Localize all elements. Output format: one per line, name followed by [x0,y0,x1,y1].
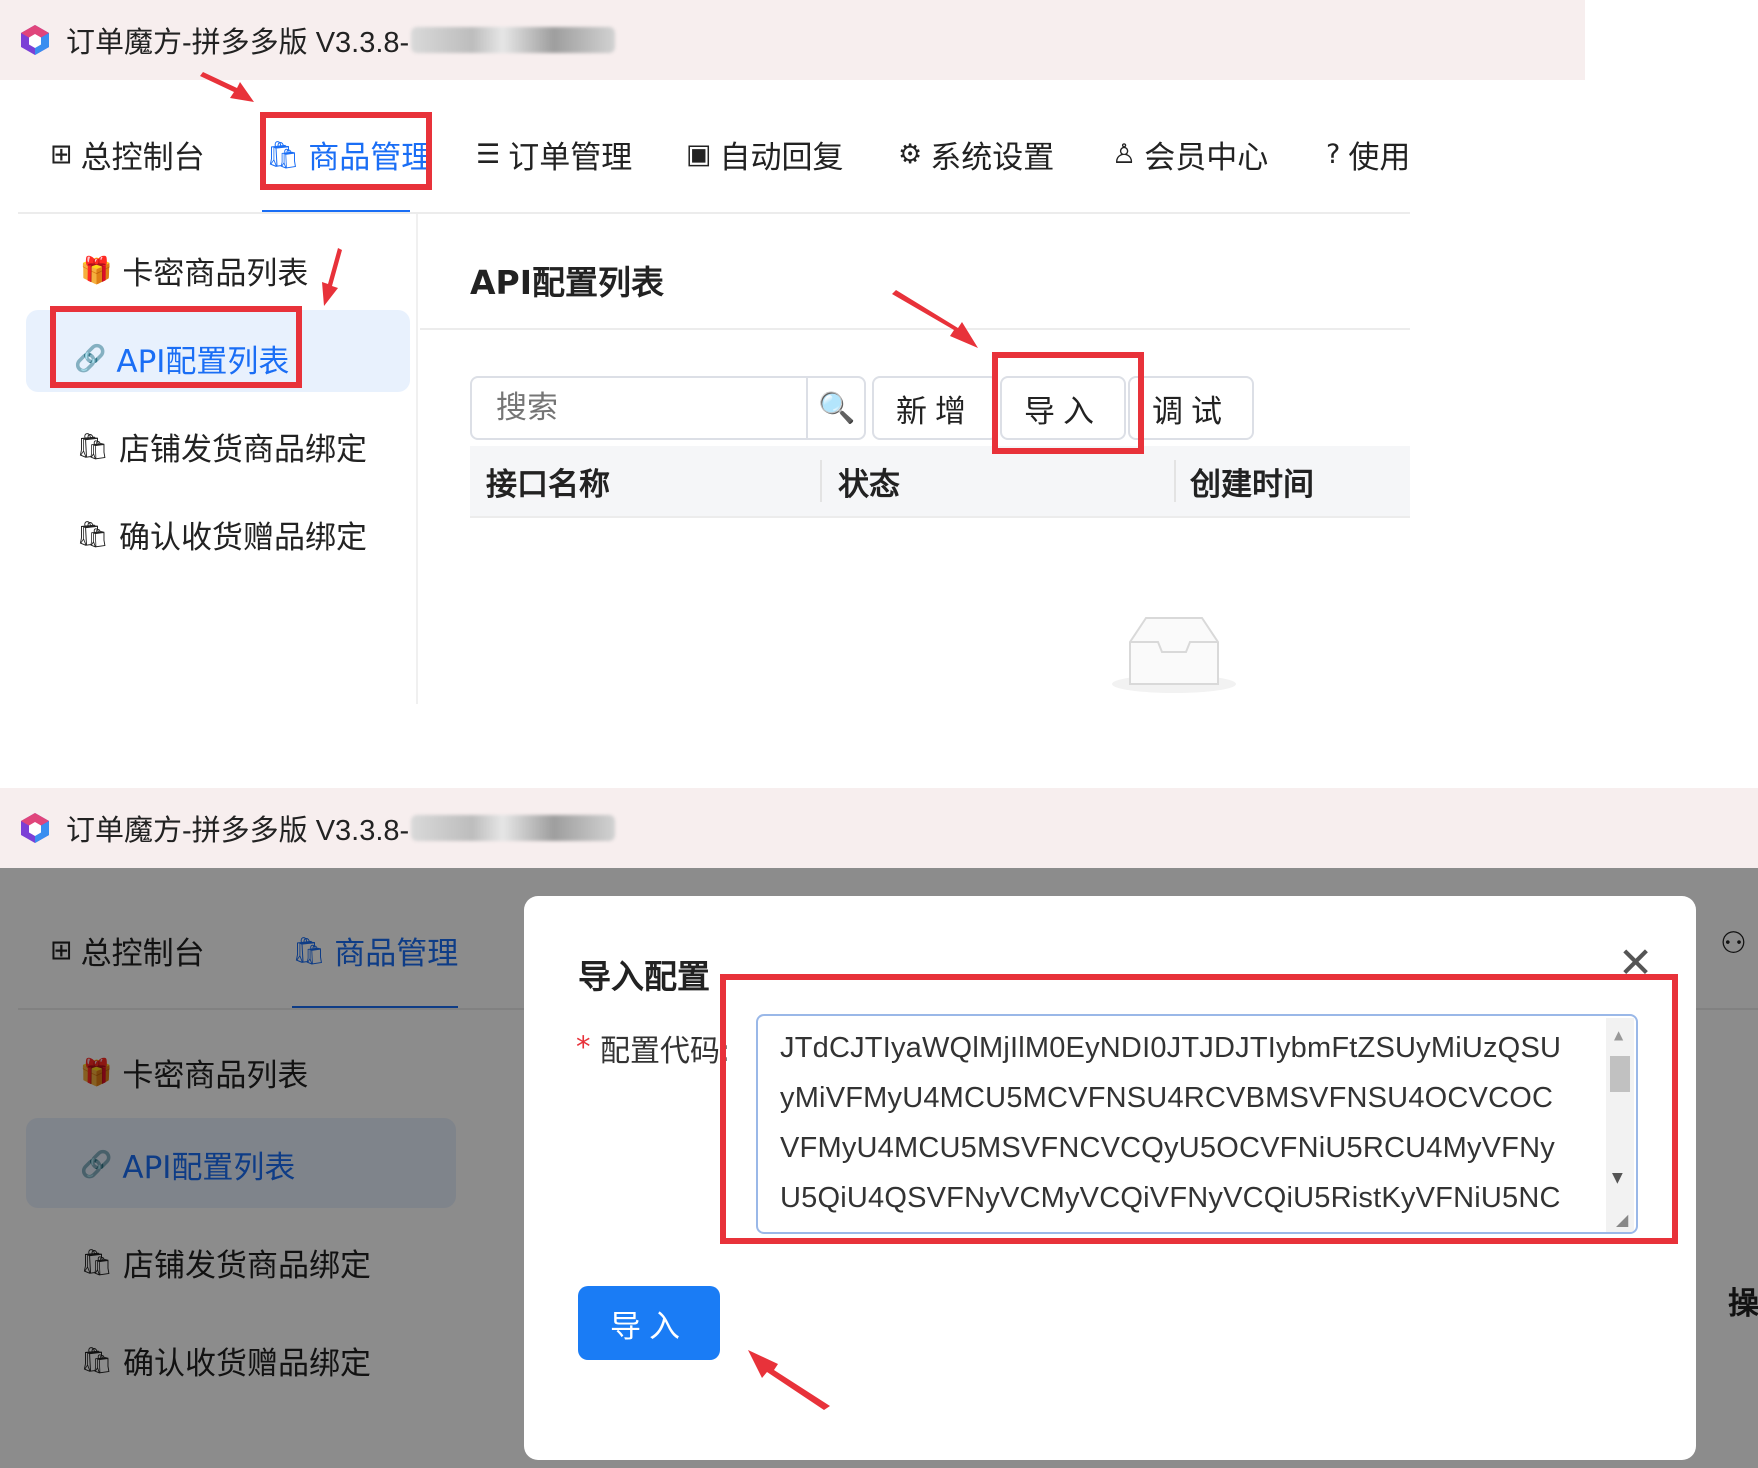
sidebar-item-label: 确认收货赠品绑定 [119,520,368,556]
nav-dashboard[interactable]: ⊞ 总控制台 [50,132,205,177]
import-button[interactable]: 导入 [1000,376,1126,440]
list-icon: ☰ [476,139,501,170]
robot-icon: ▣ [686,139,712,170]
nav-label: 会员中心 [1144,140,1269,176]
nav-label: 自动回复 [719,140,844,176]
sidebar-item-gift-binding[interactable]: 🛍 确认收货赠品绑定 [76,512,367,557]
nav-label: 订单管理 [508,140,633,176]
sidebar-item-label: 店铺发货商品绑定 [119,432,368,468]
title-bar: 订单魔方-拼多多版 V3.3.8- [0,0,1585,80]
annotation-arrow [892,290,978,348]
nav-member-center[interactable]: ♙ 会员中心 [1112,132,1268,177]
page-title: API配置列表 [470,263,665,302]
nav-order-management[interactable]: ☰ 订单管理 [476,132,632,177]
app-logo-icon [21,813,49,843]
content-header-divider [420,328,1410,330]
close-icon[interactable]: ✕ [1618,938,1653,987]
app-logo-icon [21,25,49,55]
nav-label: 总控制台 [80,140,205,176]
resize-handle-icon[interactable]: ◢ [1616,1210,1628,1229]
sidebar-item-label: API配置列表 [116,344,290,380]
gear-icon: ⚙ [898,139,923,170]
bag-icon: 🛍 [76,519,110,550]
bottom-screenshot: 订单魔方-拼多多版 V3.3.8- ⊞ 总控制台 🛍 商品管理 🎁 卡密商品列表… [0,788,1758,1468]
config-code-textarea[interactable]: JTdCJTIyaWQlMjIlM0EyNDI0JTJDJTIybmFtZSUy… [756,1014,1638,1234]
scrollbar-thumb[interactable] [1610,1056,1630,1092]
app-title: 订单魔方-拼多多版 V3.3.8- [66,27,410,59]
textarea-scrollbar[interactable]: ▲ ▼ ◢ [1606,1018,1634,1232]
column-header-name[interactable]: 接口名称 [486,446,610,516]
bag-icon: 🛍 [76,431,110,462]
annotation-arrow [322,248,342,306]
import-submit-button[interactable]: 导入 [578,1286,720,1360]
gift-icon: 🎁 [80,255,113,286]
sidebar-item-label: 卡密商品列表 [122,256,309,292]
debug-button[interactable]: 调试 [1128,376,1254,440]
redacted-version [411,27,616,53]
title-bar: 订单魔方-拼多多版 V3.3.8- [0,788,1758,868]
nav-label: 商品管理 [308,140,433,176]
empty-inbox-icon [1112,617,1236,693]
search-icon: 🔍 [818,390,856,426]
search-box: 🔍 [470,376,866,440]
sidebar-item-api-config[interactable]: 🔗 API配置列表 [74,336,289,381]
search-button[interactable]: 🔍 [806,378,866,438]
help-icon: ? [1326,139,1341,170]
link-icon: 🔗 [74,343,107,374]
nav-help[interactable]: ? 使用 [1326,132,1411,177]
code-line: JTdCJTIyaWQlMjIlM0EyNDI0JTJDJTIybmFtZSUy… [780,1032,1562,1064]
dashboard-icon: ⊞ [50,139,73,170]
column-header-created[interactable]: 创建时间 [1190,446,1314,516]
config-code-label: 配置代码: [600,1034,731,1069]
app-title: 订单魔方-拼多多版 V3.3.8- [66,815,410,847]
nav-label: 系统设置 [930,140,1055,176]
import-config-dialog: 导入配置 ✕ * 配置代码: JTdCJTIyaWQlMjIlM0EyNDI0J… [524,896,1696,1460]
sidebar-divider [416,214,418,704]
nav-system-settings[interactable]: ⚙ 系统设置 [898,132,1054,177]
scroll-up-icon[interactable]: ▲ [1614,1028,1623,1042]
code-line: VFMyU4MCU5MSVFNCVCQyU5OCVFNiU5RCU4MyVFNy [780,1132,1555,1164]
code-line: yMiVFMyU4MCU5MCVFNSU4RCVBMSVFNSU4OCVCOC [780,1082,1554,1114]
sidebar-item-shop-delivery-binding[interactable]: 🛍 店铺发货商品绑定 [76,424,367,469]
scroll-down-icon[interactable]: ▼ [1612,1170,1623,1186]
code-line: U5QiU4QSVFNyVCMyVCQiVFNyVCQiU5RistKyVFNi… [780,1182,1561,1214]
nav-divider [18,212,1410,214]
add-button[interactable]: 新增 [872,376,998,440]
column-separator [820,460,822,502]
bag-icon: 🛍 [266,139,301,171]
top-screenshot: 订单魔方-拼多多版 V3.3.8- ⊞ 总控制台 🛍 商品管理 ☰ 订单管理 ▣… [0,0,1758,788]
nav-auto-reply[interactable]: ▣ 自动回复 [686,132,844,177]
dialog-title: 导入配置 [578,957,710,996]
column-header-status[interactable]: 状态 [838,446,900,516]
column-separator [1174,460,1176,502]
table-header: 接口名称 状态 创建时间 [470,446,1410,518]
sidebar-item-card-products[interactable]: 🎁 卡密商品列表 [80,248,308,293]
nav-label: 使用 [1348,140,1411,176]
search-input[interactable] [472,378,806,438]
required-mark: * [576,1030,591,1064]
redacted-version [411,815,616,841]
user-icon: ♙ [1112,139,1137,170]
nav-product-management[interactable]: 🛍 商品管理 [266,132,432,177]
